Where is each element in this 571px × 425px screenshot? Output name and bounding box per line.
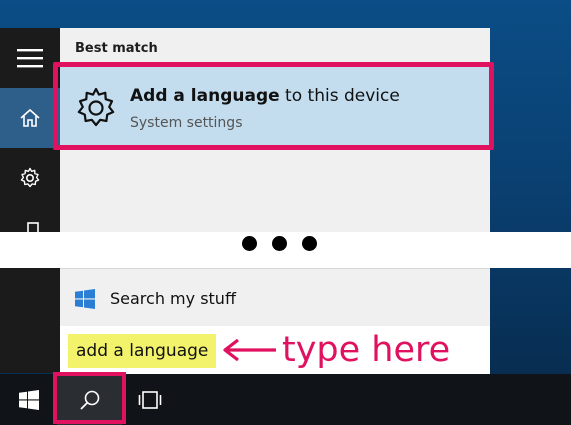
best-match-label: Best match: [75, 41, 158, 56]
windows-start-icon: [19, 389, 39, 410]
sidebar-item-settings[interactable]: [0, 148, 60, 208]
home-icon: [20, 108, 40, 127]
windows-logo-icon: [75, 289, 95, 309]
ellipsis-dot: [272, 236, 287, 251]
start-sidebar: [0, 28, 60, 373]
search-my-stuff-label: Search my stuff: [110, 289, 236, 308]
search-input-text: add a language: [68, 334, 217, 368]
sidebar-item-home[interactable]: [0, 88, 60, 148]
search-button-annotation-box: [53, 372, 126, 424]
start-button[interactable]: [6, 374, 52, 425]
gear-icon: [20, 167, 40, 188]
task-view-button[interactable]: [128, 374, 172, 425]
ellipsis-dot: [302, 236, 317, 251]
annotation-label: type here: [282, 330, 451, 370]
ellipsis-dot: [242, 236, 257, 251]
highlight-annotation-box: [53, 62, 494, 150]
left-arrow-annotation-icon: [223, 338, 276, 362]
hamburger-menu-button[interactable]: [0, 28, 60, 88]
search-my-stuff-row[interactable]: Search my stuff: [60, 268, 490, 327]
ellipsis-indicator: [242, 236, 317, 251]
hamburger-menu-icon: [17, 49, 43, 68]
task-view-icon: [138, 390, 162, 409]
